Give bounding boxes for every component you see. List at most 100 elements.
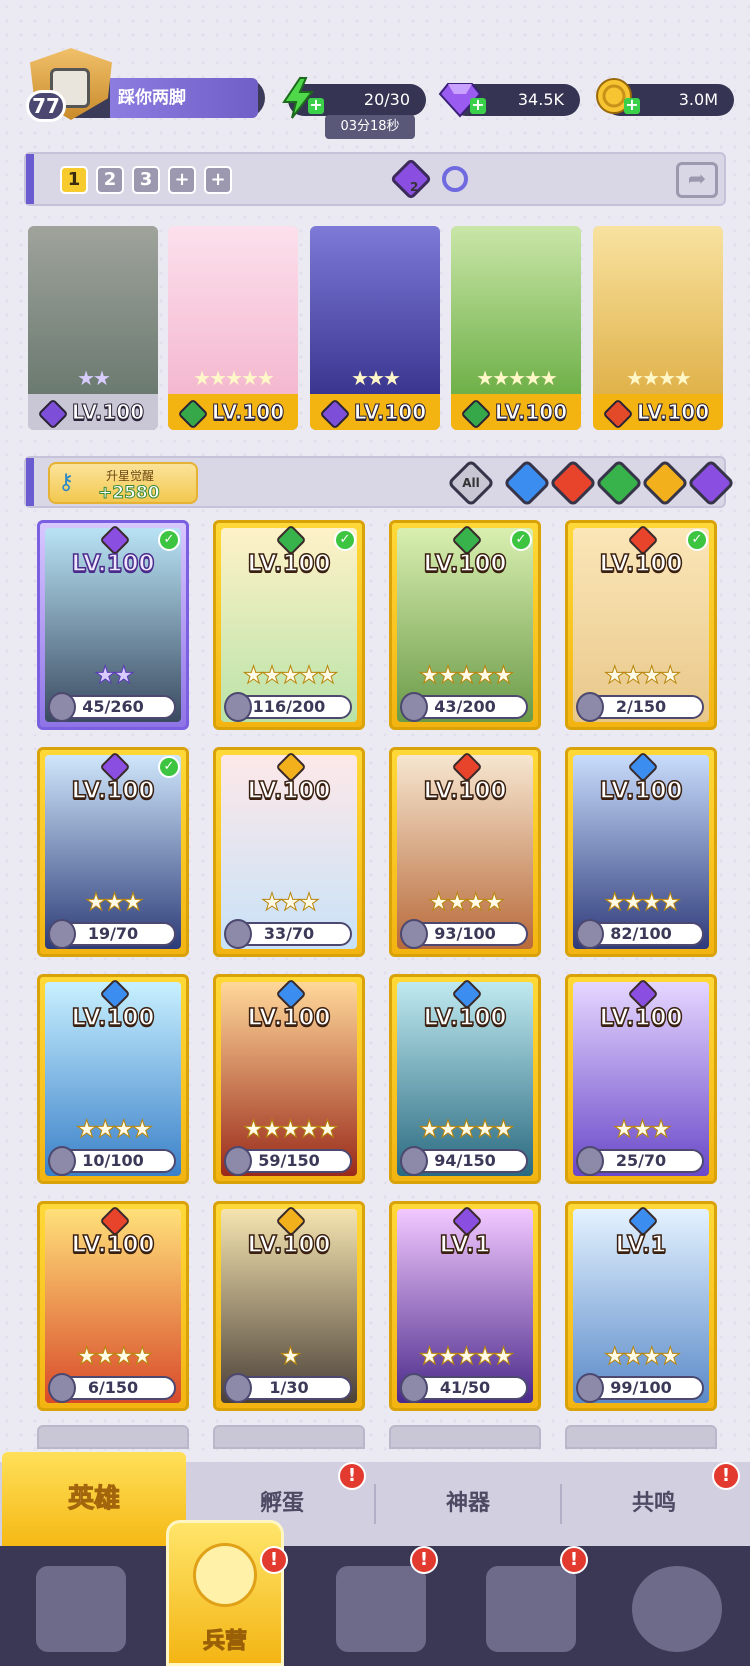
hero-card[interactable]: ✓ LV.100 ★★ 45/260 (37, 520, 189, 730)
hero-level-footer: LV.100 (593, 394, 723, 430)
share-button[interactable]: ➦ (676, 162, 718, 198)
hero-card[interactable]: LV.100 ★ 1/30 (213, 1201, 365, 1411)
check-icon: ✓ (686, 529, 708, 551)
book-icon[interactable] (336, 1566, 426, 1652)
hero-level-footer: LV.100 (451, 394, 581, 430)
sub-tabs: 英雄 孵蛋 神器 共鸣 (0, 1452, 750, 1546)
team-hero-card[interactable]: ★★★★★ LV.100 (168, 226, 298, 430)
hero-level: LV.100 (71, 550, 156, 578)
notification-badge: ! (712, 1462, 740, 1490)
hero-card[interactable]: LV.100 ★★★★ 6/150 (37, 1201, 189, 1411)
tab-artifacts[interactable]: 神器 (376, 1462, 560, 1546)
gems-display[interactable]: + 34.5K (438, 83, 580, 118)
hero-stars: ★★★★★ (418, 1115, 515, 1144)
shard-progress: 94/150 (400, 1146, 528, 1176)
filter-light-button[interactable] (640, 458, 690, 508)
shard-progress-value: 2/150 (615, 697, 667, 716)
hero-stars: ★★★★★ (476, 366, 558, 390)
hero-card-peek (37, 1425, 189, 1449)
notification-badge: ! (560, 1546, 588, 1574)
energy-display[interactable]: + 20/30 (282, 77, 426, 119)
hero-stars: ★ (279, 1342, 302, 1371)
shard-progress: 59/150 (224, 1146, 352, 1176)
shard-progress: 6/150 (48, 1373, 176, 1403)
team-hero-card[interactable]: ★★★★★ LV.100 (451, 226, 581, 430)
temple-icon[interactable] (486, 1566, 576, 1652)
add-gems-button[interactable]: + (470, 97, 486, 114)
team-hero-card[interactable]: ★★ LV.100 (28, 226, 158, 430)
filter-all-label: All (462, 476, 480, 490)
filter-all-button[interactable]: All (446, 458, 496, 508)
add-coins-button[interactable]: + (624, 97, 640, 114)
hero-card[interactable]: LV.100 ★★★★ 10/100 (37, 974, 189, 1184)
hero-card[interactable]: LV.100 ★★★★★ 94/150 (389, 974, 541, 1184)
tab-heroes[interactable]: 英雄 (2, 1452, 186, 1546)
hero-card[interactable]: LV.100 ★★★★★ 59/150 (213, 974, 365, 1184)
player-name: 踩你两脚 (118, 88, 186, 108)
hero-stars: ★★★★★ (193, 366, 275, 390)
shard-progress-value: 99/100 (610, 1378, 672, 1397)
filter-water-button[interactable] (502, 458, 552, 508)
shard-progress-value: 43/200 (434, 697, 496, 716)
hero-card-peek (565, 1425, 717, 1449)
hero-card-peek (389, 1425, 541, 1449)
cards-icon[interactable] (36, 1566, 126, 1652)
filter-fire-button[interactable] (548, 458, 598, 508)
coins-display[interactable]: + 3.0M (596, 78, 734, 116)
hero-card[interactable]: LV.1 ★★★★ 99/100 (565, 1201, 717, 1411)
hero-stars: ★★★★★ (418, 1342, 515, 1371)
hero-level: LV.100 (247, 550, 332, 578)
shard-progress: 45/260 (48, 692, 176, 722)
shard-progress-value: 25/70 (615, 1151, 667, 1170)
hero-card[interactable]: ✓ LV.100 ★★★★★ 43/200 (389, 520, 541, 730)
team-tab-2[interactable]: 2 (96, 166, 124, 194)
hero-card[interactable]: LV.100 ★★★ 25/70 (565, 974, 717, 1184)
team-tab-1[interactable]: 1 (60, 166, 88, 194)
notification-badge: ! (338, 1462, 366, 1490)
key-label: 升星觉醒 (106, 469, 155, 483)
hero-stars: ★★★★★ (242, 1115, 339, 1144)
awaken-key-badge[interactable]: ⚷ 升星觉醒 +2580 (48, 462, 198, 504)
shard-progress-value: 19/70 (87, 924, 139, 943)
hero-card[interactable]: ✓ LV.100 ★★★★ 2/150 (565, 520, 717, 730)
mushroom-icon[interactable] (632, 1566, 722, 1652)
hero-card[interactable]: LV.100 ★★★ 33/70 (213, 747, 365, 957)
player-level: 77 (26, 90, 66, 122)
team-tab-3[interactable]: 3 (132, 166, 160, 194)
shard-progress-value: 33/70 (263, 924, 315, 943)
hero-stars: ★★ (94, 661, 135, 690)
notification-badge: ! (410, 1546, 438, 1574)
team-hero-card[interactable]: ★★★★ LV.100 (593, 226, 723, 430)
hero-stars: ★★★ (613, 1115, 673, 1144)
shard-progress: 10/100 (48, 1146, 176, 1176)
hero-level-footer: LV.100 (310, 394, 440, 430)
hero-card[interactable]: LV.100 ★★★★ 93/100 (389, 747, 541, 957)
team-hero-card[interactable]: ★★★ LV.100 (310, 226, 440, 430)
add-energy-button[interactable]: + (308, 97, 324, 114)
hero-stars: ★★★★ (75, 1342, 153, 1371)
avatar[interactable]: 77 (22, 40, 122, 122)
hero-stars: ★★★ (261, 888, 321, 917)
hero-card[interactable]: ✓ LV.100 ★★★★★ 116/200 (213, 520, 365, 730)
element-icon (319, 397, 351, 430)
hero-level: LV.100 (247, 1004, 332, 1032)
shard-progress: 82/100 (576, 919, 704, 949)
add-team-button[interactable]: + (204, 166, 232, 194)
search-icon[interactable] (442, 166, 468, 192)
hero-level: LV.100 (247, 1231, 332, 1259)
add-team-button[interactable]: + (168, 166, 196, 194)
shard-progress: 1/30 (224, 1373, 352, 1403)
nav-barracks[interactable]: 兵营 (166, 1520, 284, 1666)
hero-stars: ★★★★★ (418, 661, 515, 690)
notification-badge: ! (260, 1546, 288, 1574)
hero-level: LV.100 (494, 400, 568, 425)
element-icon (37, 397, 69, 430)
hero-card[interactable]: ✓ LV.100 ★★★ 19/70 (37, 747, 189, 957)
hero-card[interactable]: LV.1 ★★★★★ 41/50 (389, 1201, 541, 1411)
shard-progress: 33/70 (224, 919, 352, 949)
hero-card[interactable]: LV.100 ★★★★ 82/100 (565, 747, 717, 957)
shard-progress-value: 116/200 (252, 697, 326, 716)
filter-nature-button[interactable] (594, 458, 644, 508)
shard-progress-value: 1/30 (269, 1378, 309, 1397)
shard-progress-value: 94/150 (434, 1151, 496, 1170)
